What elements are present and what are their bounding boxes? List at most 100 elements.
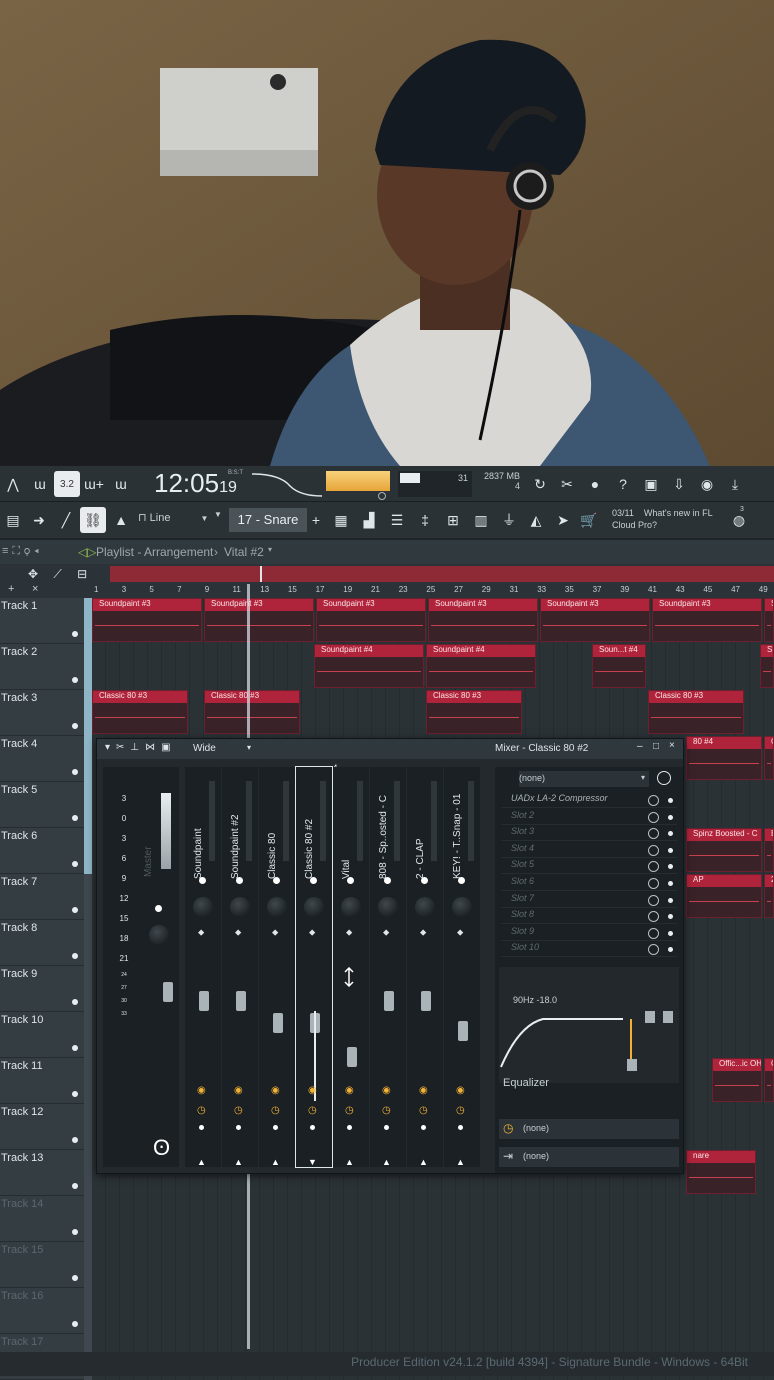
loop-record-icon[interactable]: ɯ xyxy=(108,471,134,497)
pattern-clip[interactable]: Classic 80 #3 xyxy=(426,690,522,734)
effect-slot[interactable]: Slot 7 xyxy=(501,893,677,908)
pan-knob[interactable] xyxy=(415,897,435,917)
fx-enable-icon[interactable]: ◉ xyxy=(456,1085,465,1096)
clock-icon[interactable]: ◷ xyxy=(271,1105,280,1116)
track-header[interactable]: Track 2 xyxy=(0,644,84,690)
send-switch[interactable] xyxy=(273,877,280,884)
insert-strip[interactable]: KEY! - T..Snap - 01 ⬥ ◉ ◷ ▲ xyxy=(444,767,480,1167)
pattern-clip[interactable]: Soun...t #4 xyxy=(592,644,646,688)
stereo-separation-icon[interactable]: ⬥ xyxy=(383,927,389,937)
track-mute-dot[interactable] xyxy=(72,723,78,729)
pattern-arrow-icon[interactable]: ▼ xyxy=(214,510,222,519)
download-icon[interactable]: ⤓ xyxy=(722,471,748,497)
track-mute-dot[interactable] xyxy=(72,1275,78,1281)
link-icon[interactable]: ⛓ xyxy=(80,507,106,533)
news-panel[interactable]: 03/11 What's new in FL Cloud Pro? xyxy=(612,507,713,531)
fx-enable-icon[interactable]: ◉ xyxy=(271,1085,280,1096)
track-lane[interactable] xyxy=(92,1288,774,1334)
cart-icon[interactable]: 🛒 xyxy=(576,507,602,533)
plugin-picker-icon[interactable]: ➤ xyxy=(550,507,576,533)
pattern-clip[interactable]: O xyxy=(764,1058,774,1102)
slot-mix-knob[interactable] xyxy=(648,844,659,856)
pan-knob[interactable] xyxy=(452,897,472,917)
pattern-clip[interactable]: C xyxy=(764,736,774,780)
effect-slot[interactable]: Slot 6 xyxy=(501,876,677,891)
master-fader[interactable] xyxy=(163,982,173,1002)
slot-mix-knob[interactable] xyxy=(648,911,659,923)
track-lane[interactable] xyxy=(92,1242,774,1288)
track-color-strip[interactable] xyxy=(84,1150,92,1196)
output-route-selector[interactable]: ⇥ (none) xyxy=(499,1147,679,1167)
pattern-clip[interactable]: AP xyxy=(686,874,762,918)
track-color-strip[interactable] xyxy=(84,920,92,966)
step-edit-icon[interactable]: ɯ+ xyxy=(81,471,107,497)
track-header[interactable]: Track 6 xyxy=(0,828,84,874)
clock-icon[interactable]: ◷ xyxy=(308,1105,317,1116)
patcher-icon[interactable]: ⊞ xyxy=(440,507,466,533)
typing-keyboard-icon[interactable]: ▤ xyxy=(0,507,26,533)
slot-enable-dot[interactable] xyxy=(668,864,673,870)
browser-icon[interactable]: ▥ xyxy=(468,507,494,533)
pattern-clip[interactable]: Soundpaint #4 xyxy=(314,644,424,688)
record-arm-dot[interactable] xyxy=(310,1125,315,1130)
track-lane[interactable]: Classic 80 #3 Classic 80 #3 Classic 80 #3 C… xyxy=(92,690,774,736)
slot-enable-dot[interactable] xyxy=(668,930,673,936)
pattern-clip[interactable]: 2 xyxy=(764,874,774,918)
track-header[interactable]: Track 7 xyxy=(0,874,84,920)
wait-for-input-icon[interactable]: ɯ xyxy=(27,471,53,497)
clock-icon[interactable]: ◷ xyxy=(197,1105,206,1116)
stereo-separation-icon[interactable]: ⬥ xyxy=(198,927,204,937)
track-mute-dot[interactable] xyxy=(72,1137,78,1143)
route-up-icon[interactable]: ▲ xyxy=(345,1157,354,1167)
slot-enable-dot[interactable] xyxy=(668,947,673,953)
mixer-preset-selector[interactable]: (none) ▾ xyxy=(519,771,649,787)
route-up-icon[interactable]: ▲ xyxy=(234,1157,243,1167)
slot-mix-knob[interactable] xyxy=(648,861,659,873)
slot-enable-dot[interactable] xyxy=(668,897,673,903)
master-pitch-knob[interactable] xyxy=(378,492,386,500)
slot-enable-dot[interactable] xyxy=(668,881,673,886)
effect-slot[interactable]: Slot 2 xyxy=(501,810,677,825)
track-header[interactable]: Track 1 xyxy=(0,598,84,644)
stereo-separation-icon[interactable]: ⬥ xyxy=(309,927,315,937)
pattern-clip[interactable]: Classic 80 #3 xyxy=(204,690,300,734)
track-header[interactable]: Track 3 xyxy=(0,690,84,736)
track-header[interactable]: Track 9 xyxy=(0,966,84,1012)
track-color-strip[interactable] xyxy=(84,1242,92,1288)
volume-fader[interactable] xyxy=(347,1047,357,1067)
volume-fader[interactable] xyxy=(421,991,431,1011)
effect-slot[interactable]: Slot 4 xyxy=(501,843,677,858)
slot-mix-knob[interactable] xyxy=(648,878,659,889)
eq-curve-graph[interactable] xyxy=(499,1007,629,1071)
globe-icon[interactable]: ◍ xyxy=(726,507,752,533)
play-pattern-icon[interactable]: ◁▷ xyxy=(78,545,96,559)
track-lane[interactable]: Soundpaint #4 Soundpaint #4 Soun...t #4 S xyxy=(92,644,774,690)
master-route-icon[interactable]: ʘ xyxy=(153,1135,170,1161)
pattern-clip[interactable]: S xyxy=(764,598,774,642)
route-up-icon[interactable]: ▲ xyxy=(271,1157,280,1167)
pattern-clip[interactable]: 80 #4 xyxy=(686,736,762,780)
route-up-icon[interactable]: ▲ xyxy=(197,1157,206,1167)
pan-knob[interactable] xyxy=(230,897,250,917)
track-mute-dot[interactable] xyxy=(72,1183,78,1189)
track-lane[interactable] xyxy=(92,1196,774,1242)
clock-icon[interactable]: ◷ xyxy=(234,1105,243,1116)
pattern-selector[interactable]: 17 - Snare xyxy=(229,508,307,532)
slot-enable-dot[interactable] xyxy=(668,831,673,837)
clock-icon[interactable]: ◷ xyxy=(456,1105,465,1116)
master-send-dot[interactable] xyxy=(155,905,162,912)
track-header[interactable]: Track 16 xyxy=(0,1288,84,1334)
pattern-clip[interactable]: B xyxy=(764,828,774,872)
effect-slot[interactable]: Slot 9 xyxy=(501,926,677,941)
playlist-icon[interactable]: ▦ xyxy=(328,507,354,533)
volume-fader[interactable] xyxy=(273,1013,283,1033)
maximize-icon[interactable]: □ xyxy=(653,741,659,752)
send-switch[interactable] xyxy=(458,877,465,884)
route-down-icon[interactable]: ▼ xyxy=(308,1157,317,1167)
track-header[interactable]: Track 5 xyxy=(0,782,84,828)
track-header[interactable]: Track 15 xyxy=(0,1242,84,1288)
pan-knob[interactable] xyxy=(304,897,324,917)
clock-icon[interactable]: ◷ xyxy=(345,1105,354,1116)
clock-icon[interactable]: ◷ xyxy=(419,1105,428,1116)
slot-mix-knob[interactable] xyxy=(648,927,659,939)
